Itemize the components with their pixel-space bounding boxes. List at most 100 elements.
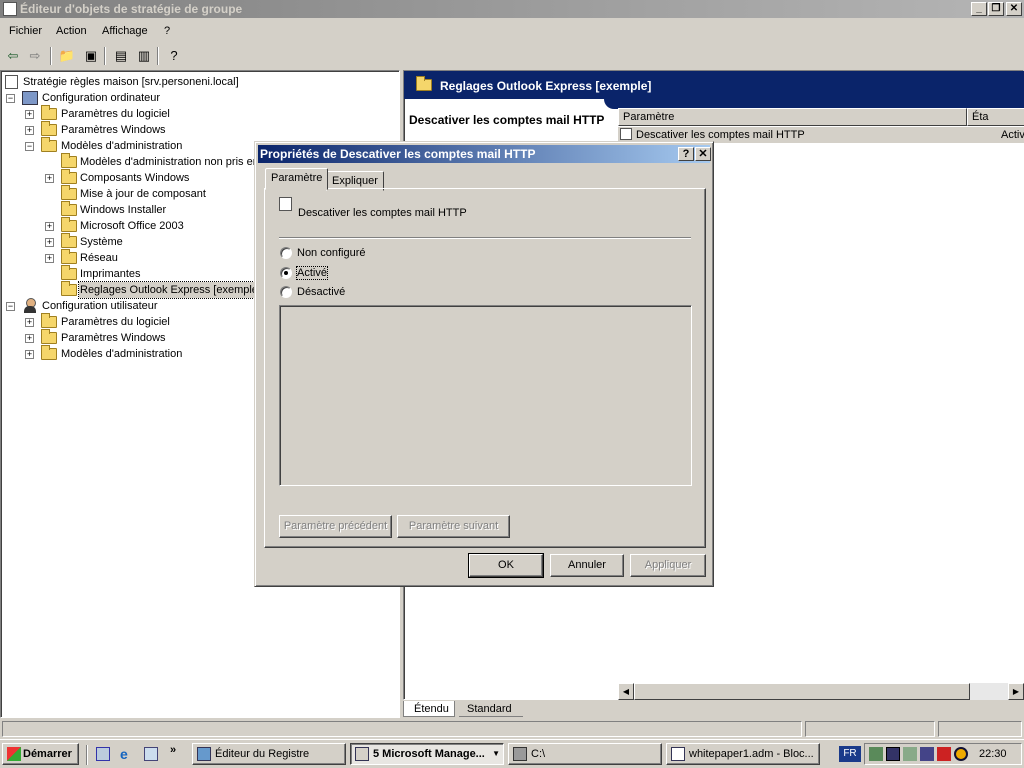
menu-fichier[interactable]: Fichier (9, 25, 42, 37)
folder-icon (61, 233, 77, 248)
start-button[interactable]: Démarrer (2, 743, 79, 765)
language-indicator[interactable]: FR (839, 746, 861, 762)
menu-affichage[interactable]: Affichage (102, 25, 148, 37)
collapse-icon[interactable]: − (25, 142, 34, 151)
help-icon[interactable]: ? (163, 46, 185, 66)
dialog-close-button[interactable]: ✕ (695, 147, 711, 161)
scroll-left-icon[interactable]: ◀ (618, 683, 634, 700)
monitor-icon[interactable] (886, 747, 900, 761)
properties-dialog: Propriétés de Descativer les comptes mai… (254, 141, 714, 587)
gpo-editor-icon (3, 2, 17, 16)
policy-name: Descativer les comptes mail HTTP (298, 207, 467, 219)
help-button[interactable]: ? (678, 147, 694, 161)
folder-icon (41, 313, 57, 328)
computer-icon (22, 91, 38, 105)
apply-button[interactable]: Appliquer (630, 554, 706, 577)
policy-setting-icon (279, 197, 292, 211)
antivirus-icon[interactable] (937, 747, 951, 761)
radio-desactive[interactable] (280, 286, 292, 298)
network-icon[interactable] (869, 747, 883, 761)
update-icon[interactable] (954, 747, 968, 761)
collapse-icon[interactable]: − (6, 302, 15, 311)
system-tray: 22:30 (864, 743, 1022, 765)
radio-active-label[interactable]: Activé (296, 266, 328, 280)
close-button[interactable]: ✕ (1006, 2, 1022, 16)
up-folder-icon[interactable]: 📁 (56, 46, 78, 66)
tab-standard[interactable]: Standard (459, 701, 523, 717)
options-panel (279, 305, 692, 486)
export-list-icon[interactable]: ▥ (133, 46, 155, 66)
folder-icon (61, 265, 77, 280)
drive-icon (513, 747, 527, 761)
chevron-down-icon: ▼ (492, 749, 500, 758)
task-cmd[interactable]: C:\ (508, 743, 662, 765)
next-setting-button[interactable]: Paramètre suivant (397, 515, 510, 538)
properties-icon[interactable]: ▤ (110, 46, 132, 66)
window-title-bar[interactable]: Éditeur d'objets de stratégie de groupe … (0, 0, 1024, 18)
menu-help[interactable]: ? (164, 25, 170, 37)
folder-icon (61, 217, 77, 232)
expand-icon[interactable]: + (45, 174, 54, 183)
radio-non-configure[interactable] (280, 247, 292, 259)
task-notepad[interactable]: whitepaper1.adm - Bloc... (666, 743, 820, 765)
desktop-icon[interactable] (96, 747, 110, 761)
forward-arrow-icon[interactable]: ⇨ (24, 46, 46, 66)
task-regedit[interactable]: Éditeur du Registre (192, 743, 346, 765)
policy-setting-icon (620, 128, 632, 140)
dialog-title: Propriétés de Descativer les comptes mai… (260, 147, 536, 161)
task-mmc[interactable]: 5 Microsoft Manage... ▼ (350, 743, 504, 765)
dialog-title-bar[interactable]: Propriétés de Descativer les comptes mai… (258, 145, 711, 163)
minimize-button[interactable]: _ (971, 2, 987, 16)
menu-bar: Fichier Action Affichage ? (0, 20, 1024, 42)
expand-icon[interactable]: + (25, 318, 34, 327)
radio-active[interactable] (280, 267, 292, 279)
menu-action[interactable]: Action (56, 25, 87, 37)
radio-desactive-label[interactable]: Désactivé (297, 286, 345, 298)
ie-icon[interactable]: e (120, 747, 134, 761)
previous-setting-button[interactable]: Paramètre précédent (279, 515, 392, 538)
folder-icon (41, 137, 57, 152)
regedit-icon (197, 747, 211, 761)
horizontal-scrollbar[interactable]: ◀ ▶ (618, 683, 1024, 700)
folder-icon (61, 249, 77, 264)
user-icon (22, 298, 38, 313)
show-tree-icon[interactable]: ▣ (80, 46, 102, 66)
expand-icon[interactable]: + (45, 254, 54, 263)
cancel-button[interactable]: Annuler (550, 554, 624, 577)
expand-icon[interactable]: + (45, 238, 54, 247)
column-header-etat[interactable]: Éta (967, 108, 1024, 126)
folder-icon (416, 76, 432, 91)
details-header: Reglages Outlook Express [exemple] (404, 71, 1024, 99)
tab-etendu[interactable]: Étendu (403, 701, 455, 717)
folder-icon (61, 201, 77, 216)
folder-icon (61, 169, 77, 184)
outlook-express-icon[interactable] (144, 747, 158, 761)
notepad-icon (671, 747, 685, 761)
expand-icon[interactable]: + (25, 126, 34, 135)
maximize-button[interactable]: ❐ (988, 2, 1004, 16)
toolbar: ⇦ ⇨ 📁 ▣ ▤ ▥ ? (0, 44, 1024, 68)
taskbar: Démarrer e » Éditeur du Registre 5 Micro… (0, 739, 1024, 768)
back-arrow-icon[interactable]: ⇦ (2, 46, 24, 66)
view-tabs: Étendu Standard (403, 700, 1024, 718)
expand-icon[interactable]: + (25, 110, 34, 119)
more-icon[interactable]: » (170, 744, 176, 756)
radio-non-configure-label[interactable]: Non configuré (297, 247, 366, 259)
folder-icon (41, 345, 57, 360)
expand-icon[interactable]: + (45, 222, 54, 231)
mmc-icon (355, 747, 369, 761)
column-header-parametre[interactable]: Paramètre (618, 108, 967, 126)
collapse-icon[interactable]: − (6, 94, 15, 103)
tab-page-parametre: Descativer les comptes mail HTTP Non con… (264, 188, 706, 548)
scroll-right-icon[interactable]: ▶ (1008, 683, 1024, 700)
clock: 22:30 (979, 748, 1007, 760)
expand-icon[interactable]: + (25, 334, 34, 343)
tool-icon[interactable] (903, 747, 917, 761)
ok-button[interactable]: OK (468, 553, 544, 578)
scroll-thumb[interactable] (634, 683, 970, 700)
folder-icon (41, 121, 57, 136)
expand-icon[interactable]: + (25, 350, 34, 359)
security-icon[interactable] (920, 747, 934, 761)
tab-parametre[interactable]: Paramètre (265, 168, 329, 190)
window-title: Éditeur d'objets de stratégie de groupe (20, 2, 243, 16)
